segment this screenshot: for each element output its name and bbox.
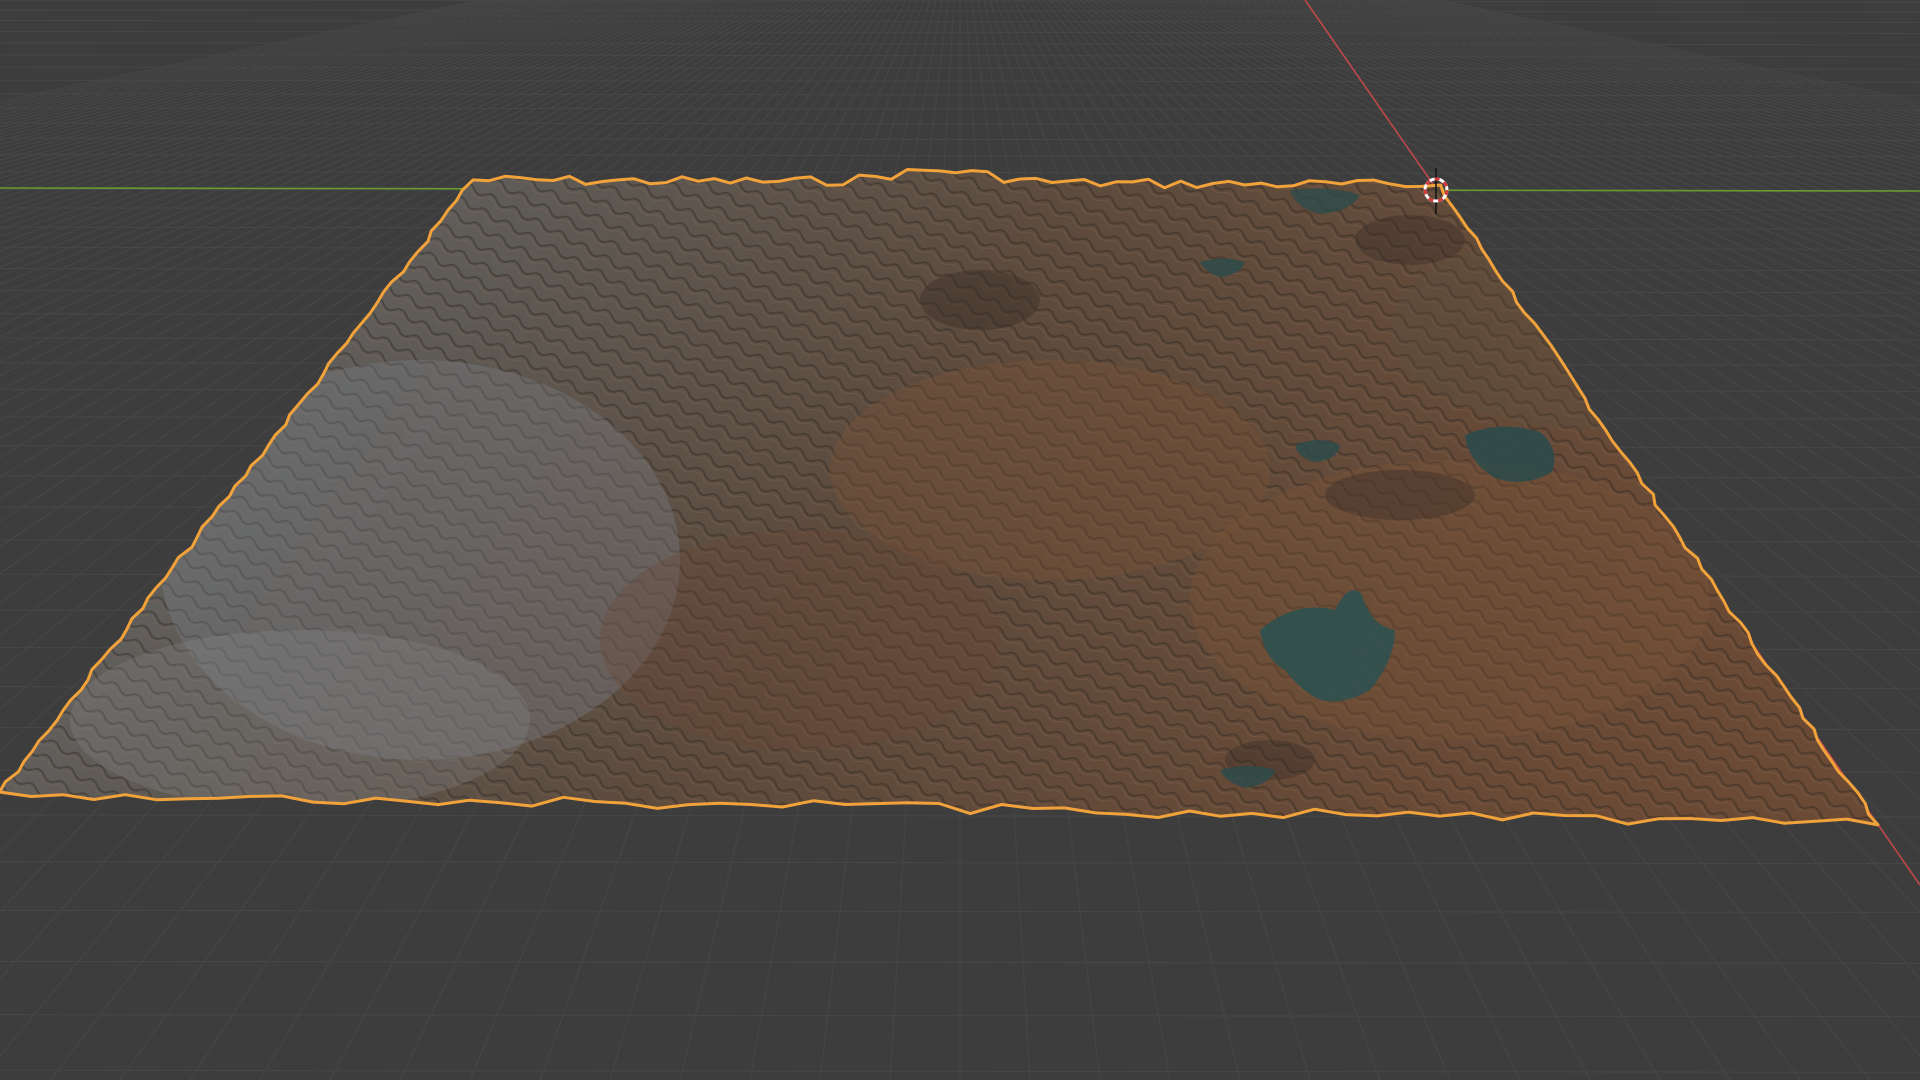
3d-viewport[interactable] [0, 0, 1920, 1080]
terrain-texture [0, 169, 1879, 825]
viewport-canvas[interactable] [0, 0, 1920, 1080]
terrain-mesh[interactable] [0, 150, 1920, 850]
